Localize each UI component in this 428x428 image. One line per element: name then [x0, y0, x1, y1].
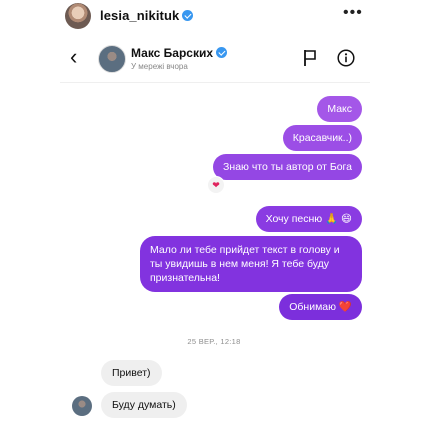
post-username-row[interactable]: lesia_nikituk — [100, 8, 194, 23]
outgoing-message[interactable]: Обнимаю ❤️ — [279, 294, 362, 320]
date-separator: 25 ВЕР., 12:18 — [187, 337, 241, 346]
incoming-message[interactable]: Привет) — [101, 360, 162, 386]
verified-icon — [182, 10, 194, 21]
chat-contact-name-row[interactable]: Макс Барских — [131, 46, 228, 60]
chat-contact-name[interactable]: Макс Барских — [131, 46, 213, 60]
post-author-avatar[interactable] — [65, 3, 91, 29]
more-icon[interactable]: ••• — [343, 4, 363, 22]
back-icon[interactable]: ‹ — [70, 45, 77, 69]
outgoing-message[interactable]: Макс — [317, 96, 362, 122]
chat-status: У мережі вчора — [131, 62, 188, 71]
verified-icon — [216, 47, 228, 58]
sender-avatar[interactable] — [72, 396, 92, 416]
incoming-message[interactable]: Буду думать) — [101, 392, 187, 418]
info-icon[interactable] — [337, 49, 355, 67]
post-header: lesia_nikituk ••• — [0, 0, 428, 34]
outgoing-message[interactable]: Хочу песню 🙏 😄 — [255, 206, 362, 232]
outgoing-message[interactable]: Знаю что ты автор от Бога — [213, 154, 362, 180]
outgoing-message[interactable]: Красавчик..) — [282, 125, 362, 151]
outgoing-message[interactable]: Мало ли тебе прийдет текст в голову и ты… — [140, 236, 362, 292]
chat-avatar[interactable] — [98, 45, 126, 73]
post-username[interactable]: lesia_nikituk — [100, 8, 179, 23]
heart-reaction-icon[interactable]: ❤ — [207, 176, 225, 194]
flag-icon[interactable] — [303, 49, 317, 67]
chat-header: ‹ Макс Барских У мережі вчора — [60, 36, 370, 83]
